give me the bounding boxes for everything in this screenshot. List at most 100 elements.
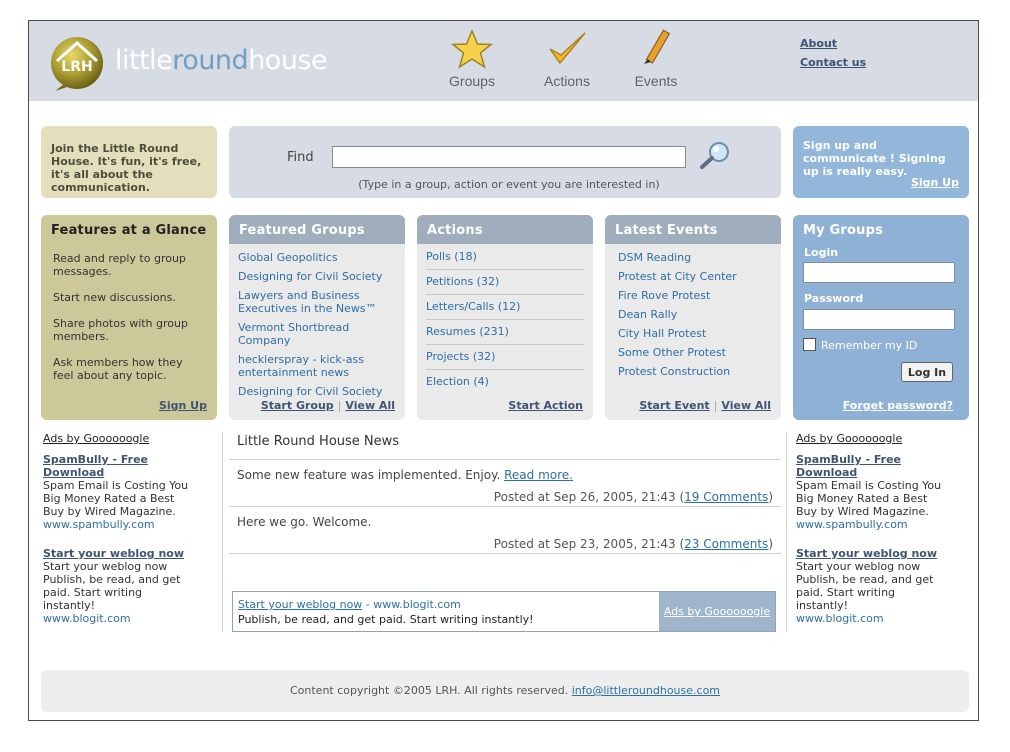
list-item: City Hall Protest [614, 324, 772, 343]
event-link[interactable]: Fire Rove Protest [618, 289, 710, 302]
feature-item: Share photos with group members. [53, 317, 188, 343]
comments-link[interactable]: 23 Comments [684, 537, 768, 551]
my-groups-panel: My Groups Login Password Remember my ID … [793, 215, 969, 420]
logo-word-little: little [115, 45, 173, 76]
nav-groups-label: Groups [449, 73, 495, 89]
group-link[interactable]: hecklerspray - kick-ass entertainment ne… [238, 353, 364, 379]
read-more-link[interactable]: Read more. [504, 468, 573, 482]
group-link[interactable]: Vermont Shortbread Company [238, 321, 349, 347]
ad-url-link[interactable]: www.blogit.com [43, 612, 193, 625]
view-all-events-link[interactable]: View All [721, 399, 771, 412]
list-item: Projects (32) [426, 345, 584, 370]
forgot-password-link[interactable]: Forget password? [843, 399, 953, 412]
list-item: Protest Construction [614, 362, 772, 381]
login-input[interactable] [803, 262, 955, 283]
find-input[interactable] [332, 146, 686, 168]
copyright-text: Content copyright ©2005 LRH. All rights … [289, 684, 572, 697]
event-link[interactable]: Dean Rally [618, 308, 677, 321]
news-item: Here we go. Welcome. Posted at Sep 23, 2… [229, 507, 781, 554]
logo-wordmark: littleroundhouse [115, 45, 328, 76]
ad-title-link[interactable]: SpamBully - Free Download [796, 453, 946, 479]
nav-events[interactable]: Events [616, 29, 696, 95]
start-event-link[interactable]: Start Event [639, 399, 709, 412]
remember-checkbox[interactable] [803, 338, 816, 351]
divider [786, 432, 787, 632]
group-link[interactable]: Global Geopolitics [238, 251, 338, 264]
login-button[interactable]: Log In [901, 362, 953, 382]
event-link[interactable]: DSM Reading [618, 251, 691, 264]
group-link[interactable]: Designing for Civil Society [238, 270, 382, 283]
list-item: Designing for Civil Society [238, 267, 396, 286]
action-link[interactable]: Polls (18) [426, 250, 477, 263]
ad-url-link[interactable]: www.blogit.com [796, 612, 946, 625]
right-ads: Ads by Goooooogle SpamBully - Free Downl… [796, 432, 946, 641]
ads-by-google-link[interactable]: Ads by Goooooogle [796, 432, 946, 445]
intro-text: Join the Little Round House. It's fun, i… [51, 142, 202, 194]
ad-url-link[interactable]: www.spambully.com [796, 518, 946, 531]
start-action-link[interactable]: Start Action [508, 399, 583, 412]
group-link[interactable]: Lawyers and Business Executives in the N… [238, 289, 377, 315]
features-signup-link[interactable]: Sign Up [159, 399, 207, 412]
login-label: Login [804, 246, 839, 259]
ad-text: Spam Email is Costing You Big Money Rate… [43, 479, 189, 518]
password-input[interactable] [803, 309, 955, 330]
group-link[interactable]: Designing for Civil Society [238, 385, 382, 398]
comments-link[interactable]: 19 Comments [684, 490, 768, 504]
event-link[interactable]: Protest Construction [618, 365, 730, 378]
find-label: Find [287, 150, 314, 165]
paren-close: ) [768, 490, 773, 504]
ad-title-link[interactable]: SpamBully - Free Download [43, 453, 193, 479]
list-item: Fire Rove Protest [614, 286, 772, 305]
site-logo[interactable]: LRH littleroundhouse [49, 35, 349, 91]
pencil-icon [644, 29, 671, 64]
latest-events-title: Latest Events [605, 215, 781, 244]
bottom-ad-title-link[interactable]: Start your weblog now [238, 598, 362, 611]
news-section: Little Round House News Some new feature… [229, 432, 781, 554]
event-link[interactable]: City Hall Protest [618, 327, 706, 340]
action-link[interactable]: Resumes (231) [426, 325, 509, 338]
ads-by-google-link[interactable]: Ads by Goooooogle [43, 432, 193, 445]
action-link[interactable]: Letters/Calls (12) [426, 300, 520, 313]
news-title: Little Round House News [229, 432, 781, 460]
star-icon [450, 29, 494, 69]
ad-url-link[interactable]: www.spambully.com [43, 518, 193, 531]
view-all-groups-link[interactable]: View All [345, 399, 395, 412]
list-item: hecklerspray - kick-ass entertainment ne… [238, 350, 396, 382]
password-label: Password [804, 292, 864, 305]
ad-text: Start your weblog now Publish, be read, … [796, 560, 934, 612]
remember-label: Remember my ID [821, 339, 918, 352]
list-item: Vermont Shortbread Company [238, 318, 396, 350]
nav-events-label: Events [634, 73, 678, 89]
nav-actions[interactable]: Actions [527, 29, 607, 95]
about-link[interactable]: About [800, 37, 866, 50]
separator: | [337, 399, 342, 412]
news-item: Some new feature was implemented. Enjoy.… [229, 460, 781, 507]
event-link[interactable]: Protest at City Center [618, 270, 737, 283]
action-link[interactable]: Election (4) [426, 375, 489, 388]
signup-link[interactable]: Sign Up [911, 176, 959, 189]
ad-title-link[interactable]: Start your weblog now [43, 547, 193, 560]
magnifier-icon[interactable] [699, 140, 733, 173]
action-link[interactable]: Petitions (32) [426, 275, 499, 288]
list-item: Some Other Protest [614, 343, 772, 362]
list-item: Polls (18) [426, 245, 584, 270]
list-item: Lawyers and Business Executives in the N… [238, 286, 396, 318]
ad-title-link[interactable]: Start your weblog now [796, 547, 946, 560]
action-link[interactable]: Projects (32) [426, 350, 495, 363]
nav-groups[interactable]: Groups [432, 29, 512, 95]
actions-title: Actions [417, 215, 593, 244]
page-frame: LRH littleroundhouse Groups Actions Even… [28, 20, 979, 721]
event-link[interactable]: Some Other Protest [618, 346, 726, 359]
my-groups-title: My Groups [803, 223, 884, 238]
news-posted: Posted at Sep 26, 2005, 21:43 ( [493, 490, 685, 504]
logo-word-house: house [248, 45, 328, 76]
contact-link[interactable]: Contact us [800, 56, 866, 69]
bottom-ads-by-google-link[interactable]: Ads by Goooooogle [659, 592, 775, 631]
start-group-link[interactable]: Start Group [261, 399, 334, 412]
footer-email-link[interactable]: info@littleroundhouse.com [572, 684, 720, 697]
ad-text: Spam Email is Costing You Big Money Rate… [796, 479, 942, 518]
features-panel: Features at a Glance Read and reply to g… [41, 215, 217, 420]
features-title: Features at a Glance [51, 223, 207, 238]
bottom-ad-banner: Start your weblog now - www.blogit.com P… [232, 591, 776, 632]
actions-panel: Actions Polls (18) Petitions (32) Letter… [417, 215, 593, 420]
